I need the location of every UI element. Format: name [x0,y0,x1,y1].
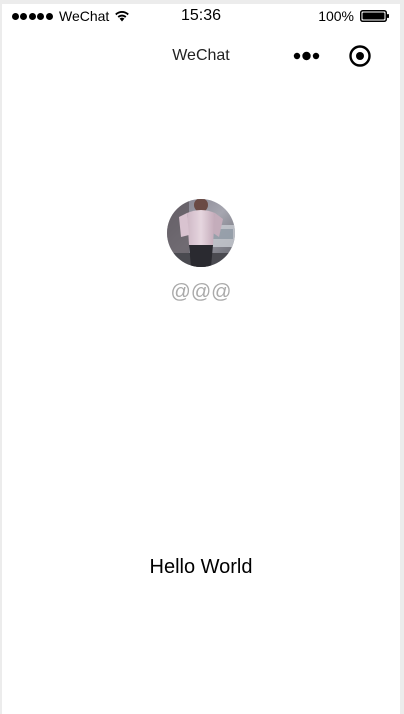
battery-percent: 100% [318,8,354,24]
close-miniprogram-button[interactable] [348,44,372,68]
user-avatar[interactable] [167,199,235,267]
user-nickname: @@@ [170,281,232,303]
target-circle-icon [349,45,371,67]
battery-full-icon [360,10,389,22]
avatar-photo [167,199,235,267]
status-bar: WeChat 15:36 100% [2,4,400,28]
more-dots-icon [293,51,320,61]
navigation-bar: WeChat [2,28,400,84]
phone-screen: WeChat 15:36 100% WeChat @@@ Hello World [2,4,400,714]
motto-text: Hello World [149,556,253,578]
nav-title: WeChat [172,47,230,64]
more-button[interactable] [291,44,325,68]
